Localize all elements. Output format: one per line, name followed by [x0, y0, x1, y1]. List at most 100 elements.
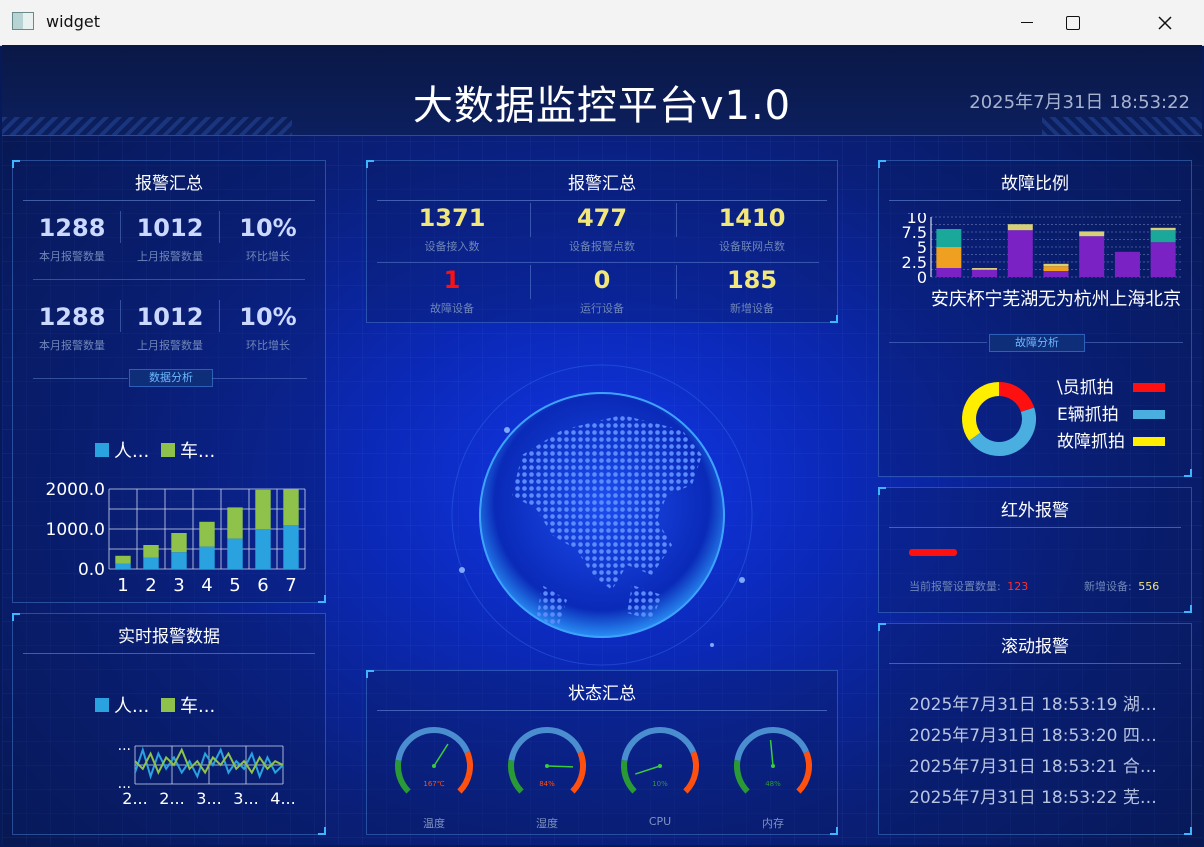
panel-title: 报警汇总	[135, 174, 203, 194]
gauge-dial: 84%	[508, 727, 586, 794]
stat-this-month-2: 1288 本月报警数量	[23, 303, 121, 353]
fault-donut-chart: \员抓拍 E辆抓拍故障抓拍	[962, 378, 1165, 456]
bar-segment	[936, 247, 962, 268]
gauge-hub	[771, 764, 775, 768]
stat-label: 上月报警数量	[137, 250, 203, 263]
bar-人...	[171, 552, 187, 569]
bar-人...	[143, 557, 159, 569]
stat-device-network: 1410 设备联网点数	[677, 204, 827, 254]
close-icon	[1158, 15, 1172, 30]
legend-person: 人...	[95, 692, 149, 718]
stat-value: 1288	[38, 303, 106, 331]
divider	[889, 663, 1181, 664]
header: 大数据监控平台v1.0 2025年7月31日 18:53:22	[2, 45, 1202, 136]
minimize-icon	[1021, 22, 1033, 23]
bar-车...	[227, 507, 243, 539]
new-device-count: 新增设备: 556	[1084, 578, 1159, 594]
legend-label: 车...	[180, 441, 216, 462]
stat-label: 本月报警数量	[39, 250, 105, 263]
legend-swatch	[95, 443, 109, 457]
y-tick-label: 0.0	[78, 560, 105, 580]
stat-label: 故障设备	[430, 302, 474, 315]
legend-label: \员抓拍	[1057, 378, 1114, 398]
gauge-readout: 48%	[765, 780, 781, 788]
gauge-readout: 10%	[652, 780, 668, 788]
stat-value: 1	[443, 266, 461, 294]
panel-title: 红外报警	[1001, 501, 1069, 521]
device-summary-panel: 报警汇总 1371 设备接入数 477 设备报警点数 1410 设备联网点数 1…	[366, 160, 838, 323]
minimize-button[interactable]	[1004, 0, 1050, 45]
stat-label: 新增设备	[730, 302, 774, 315]
dashboard: 大数据监控平台v1.0 2025年7月31日 18:53:22 报警汇总 128…	[2, 45, 1202, 845]
bar-segment	[1007, 224, 1033, 231]
bar-车...	[115, 555, 131, 564]
scrolling-alarm-panel: 滚动报警 2025年7月31日 18:53:19 湖… 2025年7月31日 1…	[878, 623, 1192, 835]
y-tick-label: 10	[907, 213, 927, 227]
bar-人...	[115, 563, 131, 569]
gauge-arc	[683, 751, 699, 794]
stat-growth: 10% 环比增长	[219, 214, 317, 264]
close-button[interactable]	[1142, 0, 1188, 45]
data-analysis-tag[interactable]: 数据分析	[129, 369, 213, 387]
divider	[889, 342, 987, 343]
stat-last-month: 1012 上月报警数量	[121, 214, 219, 264]
x-tick-label: 4	[201, 575, 212, 596]
legend-vehicle: 车...	[161, 692, 215, 718]
gauge-hub	[432, 764, 436, 768]
alarm-feed-item[interactable]: 2025年7月31日 18:53:21 合…	[909, 752, 1157, 777]
infrared-alarm-panel: 红外报警 当前报警设置数量: 123 新增设备: 556	[878, 487, 1192, 613]
stat-value: 1371	[418, 204, 486, 232]
divider	[212, 378, 307, 379]
stat-device-alarm: 477 设备报警点数	[527, 204, 677, 254]
divider	[1085, 342, 1183, 343]
current-alarm-label: 当前报警设置数量:	[909, 580, 1001, 593]
panel-title: 实时报警数据	[118, 627, 220, 647]
stat-value: 1410	[718, 204, 786, 232]
stat-label: 本月报警数量	[39, 339, 105, 352]
x-tick-label: 杭州	[1074, 289, 1110, 310]
maximize-button[interactable]	[1050, 0, 1096, 45]
x-tick-label: 3	[173, 575, 184, 596]
stat-value: 1012	[136, 303, 204, 331]
gauge-label: 温度	[423, 817, 445, 830]
new-device-value: 556	[1138, 580, 1160, 593]
stat-value: 1288	[38, 214, 106, 242]
x-tick-label: 上海	[1109, 289, 1145, 310]
stat-running-device: 0 运行设备	[527, 266, 677, 316]
gauge-arc	[621, 727, 697, 761]
legend-label: E辆抓拍	[1057, 405, 1119, 425]
current-alarm-value: 123	[1007, 580, 1029, 593]
x-tick-label: 安庆	[931, 289, 967, 310]
stat-last-month-2: 1012 上月报警数量	[121, 303, 219, 353]
alarm-feed-item[interactable]: 2025年7月31日 18:53:20 四…	[909, 721, 1157, 746]
stat-value: 10%	[239, 303, 297, 331]
x-tick-label: 北京	[1145, 289, 1181, 310]
legend-label: 人...	[114, 696, 150, 717]
fault-analysis-tag[interactable]: 故障分析	[989, 334, 1085, 352]
stat-fault-device: 1 故障设备	[377, 266, 527, 316]
stat-device-access: 1371 设备接入数	[377, 204, 527, 254]
stat-value: 477	[576, 204, 628, 232]
stat-label: 设备联网点数	[719, 240, 785, 253]
stat-label: 运行设备	[580, 302, 624, 315]
legend-label: 人...	[114, 441, 150, 462]
stat-value: 1012	[136, 214, 204, 242]
panel-title: 故障比例	[1001, 174, 1069, 194]
bar-segment	[1007, 230, 1033, 277]
monthly-alarm-bar-chart: 0.0 1000.0 2000.0 1 2 3 4 5 6 7	[46, 480, 306, 596]
bar-segment	[1150, 230, 1176, 243]
bar-人...	[255, 529, 271, 569]
x-tick-label: 7	[285, 575, 296, 596]
stat-this-month: 1288 本月报警数量	[23, 214, 121, 264]
gauge-arc	[570, 751, 586, 794]
alarm-feed-item[interactable]: 2025年7月31日 18:53:22 芜…	[909, 783, 1157, 808]
gauge-needle	[635, 765, 661, 775]
gauge-3: 48% 内存	[728, 721, 818, 831]
legend-swatch	[161, 443, 175, 457]
alarm-feed-item[interactable]: 2025年7月31日 18:53:19 湖…	[909, 690, 1157, 715]
legend-vehicle: 车...	[161, 437, 215, 463]
x-tick-label: 2...	[122, 789, 147, 808]
panel-title: 状态汇总	[568, 684, 636, 704]
stat-value: 185	[726, 266, 778, 294]
legend-label: 车...	[180, 696, 216, 717]
